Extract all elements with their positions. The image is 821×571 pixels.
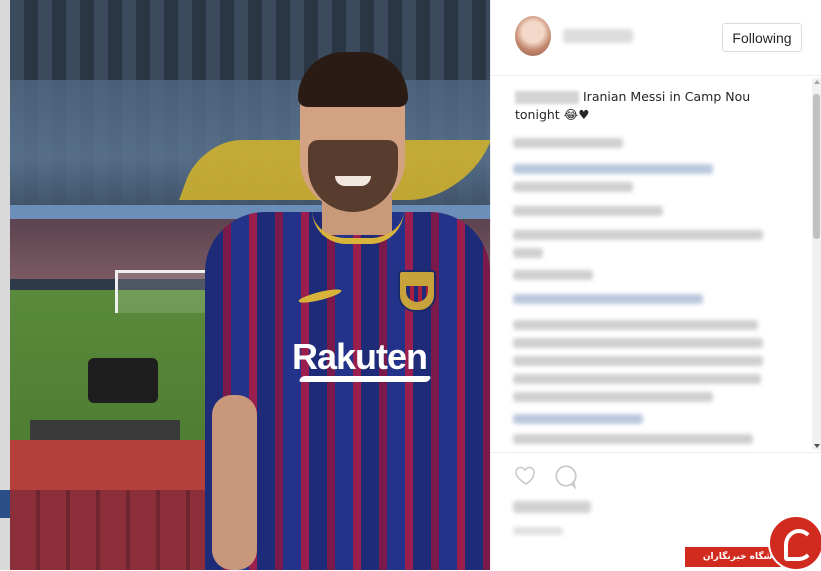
- post-photo[interactable]: Rakuten: [0, 0, 490, 570]
- tv-camera: [88, 358, 158, 403]
- comment-line-blurred: [513, 294, 703, 304]
- caption-text-line2: tonight 😂♥: [515, 107, 590, 122]
- comment-line-blurred: [513, 356, 763, 366]
- comment-line-blurred: [513, 320, 758, 330]
- comments-scrollbar[interactable]: [812, 78, 821, 450]
- post-header: Following: [491, 0, 821, 76]
- comment-line-blurred: [513, 248, 543, 258]
- post-caption: Iranian Messi in Camp Nou tonight 😂♥: [515, 88, 785, 124]
- comment-line-blurred: [513, 374, 761, 384]
- comment-line-blurred: [513, 164, 713, 174]
- caption-text-line1: Iranian Messi in Camp Nou: [583, 89, 751, 104]
- scroll-down-arrow-icon[interactable]: [814, 444, 820, 448]
- comments-list: Iranian Messi in Camp Nou tonight 😂♥: [491, 76, 809, 456]
- person-arm: [212, 395, 257, 570]
- comment-line-blurred: [513, 392, 713, 402]
- club-crest-icon: [398, 270, 436, 312]
- avatar[interactable]: [515, 16, 551, 56]
- comment-line-blurred: [513, 414, 643, 424]
- comment-line-blurred: [513, 230, 763, 240]
- comment-line-blurred: [513, 182, 633, 192]
- comment-icon[interactable]: [553, 463, 579, 489]
- jersey-sponsor-text: Rakuten: [292, 336, 428, 377]
- username-blurred[interactable]: [563, 29, 633, 43]
- sponsor-swoosh: [298, 376, 432, 382]
- comment-line-blurred: [513, 434, 753, 444]
- caption-username-blurred[interactable]: [515, 91, 579, 104]
- comment-line-blurred: [513, 270, 593, 280]
- post-time-blurred: [513, 527, 563, 535]
- scroll-thumb[interactable]: [813, 94, 820, 239]
- person-smile: [335, 176, 371, 186]
- heart-icon[interactable]: [513, 463, 539, 487]
- left-edge-tab: [0, 490, 10, 518]
- comment-line-blurred: [513, 206, 663, 216]
- following-button[interactable]: Following: [722, 23, 802, 52]
- photo-left-edge: [0, 0, 10, 570]
- watermark-glyph-icon: [784, 529, 814, 561]
- likes-count-blurred[interactable]: [513, 501, 591, 513]
- scroll-up-arrow-icon[interactable]: [814, 80, 820, 84]
- post-panel: Following Iranian Messi in Camp Nou toni…: [490, 0, 821, 570]
- caption-time-blurred: [513, 138, 623, 148]
- watermark-logo-icon: [768, 515, 821, 571]
- comment-line-blurred: [513, 338, 763, 348]
